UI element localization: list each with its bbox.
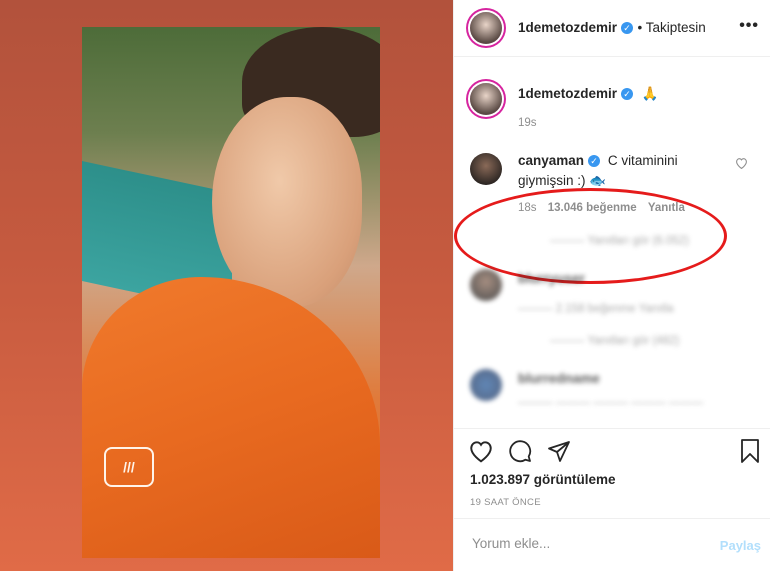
post-timestamp: 19 SAAT ÖNCE: [470, 497, 541, 508]
comment-text-line1: C vitaminini: [607, 153, 678, 168]
media-backdrop: ///: [0, 0, 453, 571]
verified-badge-icon: ✓: [621, 21, 634, 34]
comment-icon[interactable]: [508, 439, 532, 463]
more-options-icon[interactable]: •••: [739, 17, 759, 35]
comment-composer: Paylaş: [454, 518, 770, 572]
blurred-username: blurryuser: [518, 271, 585, 286]
comment-likes[interactable]: 13.046 beğenme: [548, 202, 637, 214]
author-username[interactable]: 1demetozdemir: [518, 20, 617, 35]
blurred-username-2: blurredname: [518, 371, 600, 386]
view-replies-2[interactable]: ——— Yanıtları gör (482): [550, 335, 679, 347]
comment-like-icon[interactable]: [735, 157, 748, 169]
post-comment-button[interactable]: Paylaş: [720, 538, 761, 553]
comment-text-line2: giymişsin :): [518, 173, 586, 188]
bookmark-icon[interactable]: [739, 439, 761, 463]
comments-list: 1demetozdemir ✓ 🙏 19s canyaman ✓ C vitamin…: [454, 57, 770, 427]
face-shape: [212, 97, 362, 307]
heart-icon[interactable]: [468, 439, 494, 463]
following-status[interactable]: • Takiptesin: [637, 20, 705, 35]
verified-badge-icon: ✓: [621, 87, 634, 100]
verified-badge-icon: ✓: [588, 155, 601, 168]
caption-username[interactable]: 1demetozdemir: [518, 86, 617, 101]
action-bar: 1.023.897 görüntüleme 19 SAAT ÖNCE: [454, 428, 770, 519]
view-replies[interactable]: ——— Yanıtları gör (6.052): [550, 235, 689, 247]
comment-emoji: 🐟: [589, 173, 607, 188]
caption-time[interactable]: 19s: [518, 117, 537, 129]
caption-line: 1demetozdemir ✓ 🙏: [518, 84, 658, 104]
blurred-avatar: [470, 269, 502, 301]
highlighted-comment: canyaman ✓ C vitaminini giymişsin :) 🐟: [518, 151, 728, 191]
comment-meta: 18s 13.046 beğenme Yanıtla: [518, 202, 685, 214]
comment-input[interactable]: [470, 535, 694, 552]
author-avatar[interactable]: [470, 12, 502, 44]
orange-shirt: [82, 277, 380, 558]
caption-emoji: 🙏: [641, 86, 659, 101]
shirt-emblem: ///: [104, 447, 154, 487]
author-line: 1demetozdemir ✓ • Takiptesin: [518, 19, 706, 37]
blurred-text-2: ——— ——— ——— ——— ———: [518, 397, 704, 409]
blurred-avatar-2: [470, 369, 502, 401]
comment-time[interactable]: 18s: [518, 202, 537, 214]
reply-button[interactable]: Yanıtla: [648, 202, 685, 214]
blurred-meta: ——— 2.158 beğenme Yanıtla: [518, 303, 674, 315]
commenter-username[interactable]: canyaman: [518, 153, 584, 168]
commenter-avatar[interactable]: [470, 153, 502, 185]
view-count[interactable]: 1.023.897 görüntüleme: [470, 472, 616, 487]
send-icon[interactable]: [547, 439, 571, 463]
post-header: 1demetozdemir ✓ • Takiptesin •••: [454, 0, 770, 57]
post-details-panel: 1demetozdemir ✓ • Takiptesin ••• 1demetoz…: [453, 0, 770, 571]
post-video[interactable]: ///: [82, 27, 380, 558]
caption-avatar[interactable]: [470, 83, 502, 115]
